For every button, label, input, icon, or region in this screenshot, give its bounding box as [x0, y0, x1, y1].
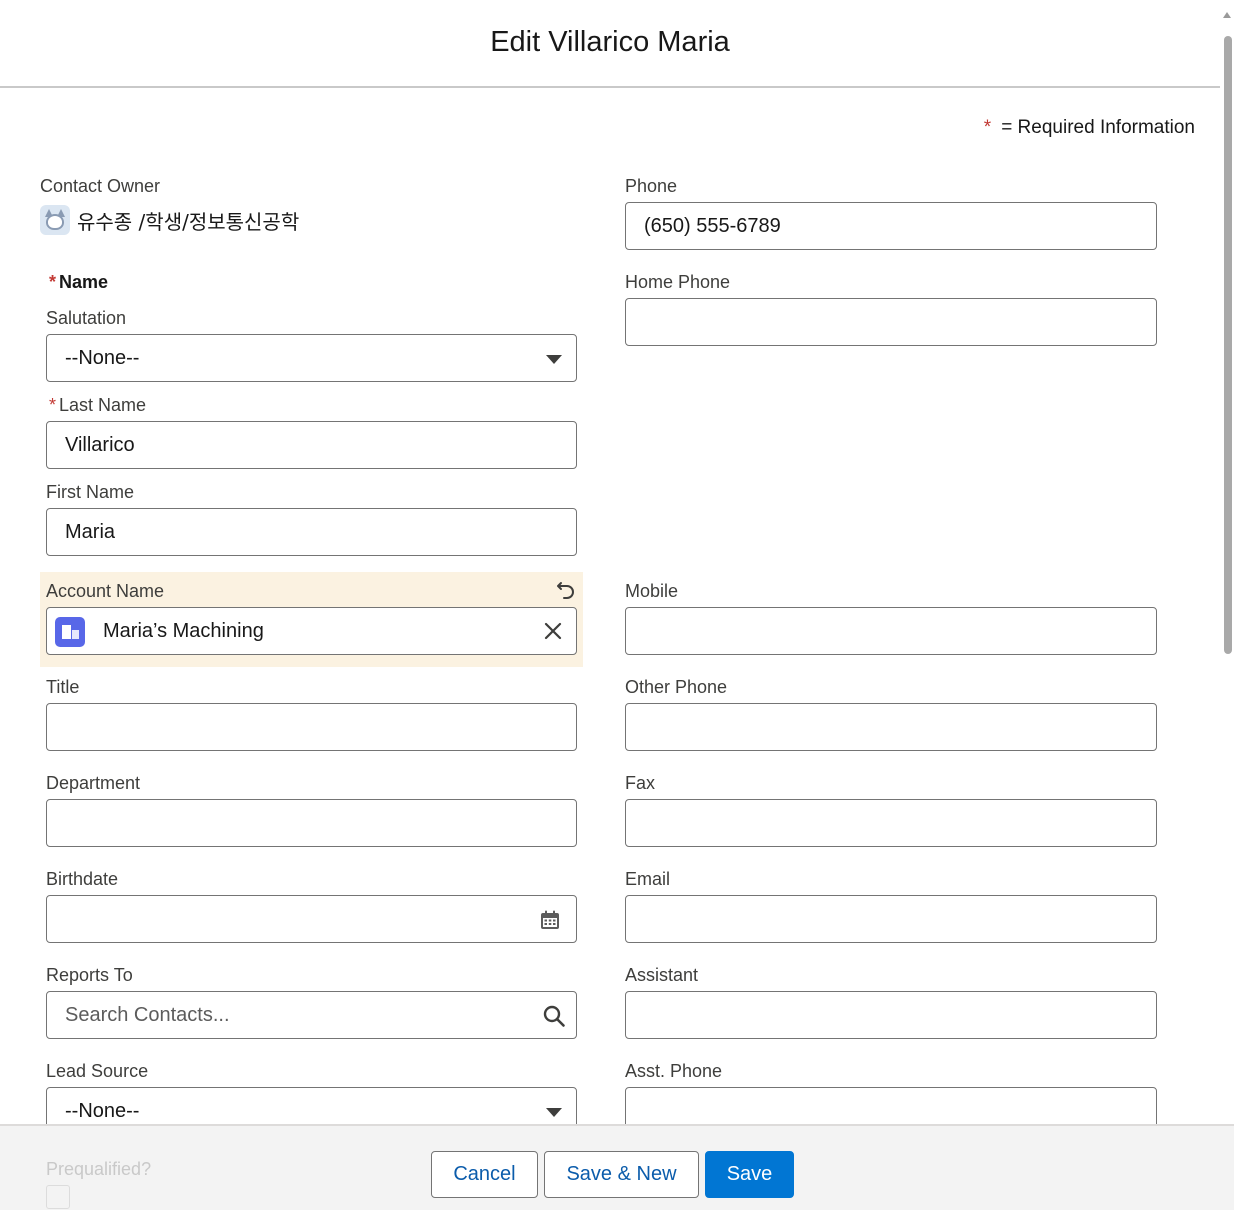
mobile-input[interactable]: [625, 607, 1157, 655]
calendar-icon[interactable]: [540, 910, 560, 930]
other-phone-label: Other Phone: [625, 677, 728, 697]
department-input[interactable]: [46, 799, 577, 847]
name-section-label: * Name: [49, 272, 109, 292]
email-label: Email: [625, 869, 671, 889]
undo-icon[interactable]: [555, 578, 577, 600]
user-avatar-icon: [40, 205, 70, 235]
scroll-thumb[interactable]: [1224, 36, 1232, 654]
salutation-select[interactable]: --None--: [46, 334, 577, 382]
reports-to-search-input[interactable]: Search Contacts...: [46, 991, 577, 1039]
last-name-label: * Last Name: [49, 395, 147, 415]
prequalified-label: Prequalified?: [46, 1159, 152, 1179]
required-star: *: [49, 272, 57, 292]
first-name-value: Maria: [65, 520, 116, 543]
required-info-legend: * = Required Information: [984, 117, 1195, 139]
last-name-input[interactable]: Villarico: [46, 421, 577, 469]
home-phone-label: Home Phone: [625, 272, 731, 292]
account-name-lookup[interactable]: Maria’s Machining: [46, 607, 577, 655]
save-and-new-button[interactable]: Save & New: [544, 1151, 699, 1198]
modal-title: Edit Villarico Maria: [490, 25, 730, 58]
salutation-label: Salutation: [46, 308, 127, 328]
chevron-down-icon: [546, 355, 562, 364]
contact-owner-name: 유수종 /학생/정보통신공학: [77, 209, 300, 234]
first-name-label: First Name: [46, 482, 135, 502]
assistant-label: Assistant: [625, 965, 699, 985]
modal-footer: Prequalified? Cancel Save & New Save: [0, 1124, 1234, 1210]
modal-header: Edit Villarico Maria: [0, 0, 1220, 88]
account-icon: [55, 617, 85, 647]
lead-source-label: Lead Source: [46, 1061, 149, 1081]
email-input[interactable]: [625, 895, 1157, 943]
title-input[interactable]: [46, 703, 577, 751]
asst-phone-label: Asst. Phone: [625, 1061, 723, 1081]
phone-value: (650) 555-6789: [644, 214, 781, 237]
home-phone-input[interactable]: [625, 298, 1157, 346]
cancel-button[interactable]: Cancel: [431, 1151, 538, 1198]
scrollbar[interactable]: [1220, 0, 1234, 1210]
contact-owner-label: Contact Owner: [40, 176, 161, 196]
reports-to-placeholder: Search Contacts...: [65, 1003, 230, 1026]
scroll-up-arrow-icon[interactable]: [1223, 12, 1231, 18]
last-name-value: Villarico: [65, 433, 135, 456]
phone-input[interactable]: (650) 555-6789: [625, 202, 1157, 250]
required-star: *: [983, 117, 992, 138]
department-label: Department: [46, 773, 141, 793]
prequalified-checkbox[interactable]: [46, 1185, 70, 1209]
salutation-value: --None--: [65, 346, 140, 369]
phone-label: Phone: [625, 176, 678, 196]
birthdate-input[interactable]: [46, 895, 577, 943]
reports-to-label: Reports To: [46, 965, 133, 985]
account-name-label: Account Name: [46, 581, 165, 601]
fax-label: Fax: [625, 773, 656, 793]
account-name-value: Maria’s Machining: [103, 619, 264, 642]
required-star: *: [49, 395, 57, 415]
required-info-text: = Required Information: [1001, 117, 1195, 138]
contact-owner: 유수종 /학생/정보통신공학: [40, 205, 299, 235]
title-label: Title: [46, 677, 80, 697]
fax-input[interactable]: [625, 799, 1157, 847]
mobile-label: Mobile: [625, 581, 679, 601]
assistant-input[interactable]: [625, 991, 1157, 1039]
other-phone-input[interactable]: [625, 703, 1157, 751]
chevron-down-icon: [546, 1108, 562, 1117]
close-icon[interactable]: [542, 620, 564, 642]
save-button[interactable]: Save: [705, 1151, 794, 1198]
first-name-input[interactable]: Maria: [46, 508, 577, 556]
lead-source-value: --None--: [65, 1099, 140, 1122]
search-icon: [543, 1005, 565, 1027]
birthdate-label: Birthdate: [46, 869, 119, 889]
